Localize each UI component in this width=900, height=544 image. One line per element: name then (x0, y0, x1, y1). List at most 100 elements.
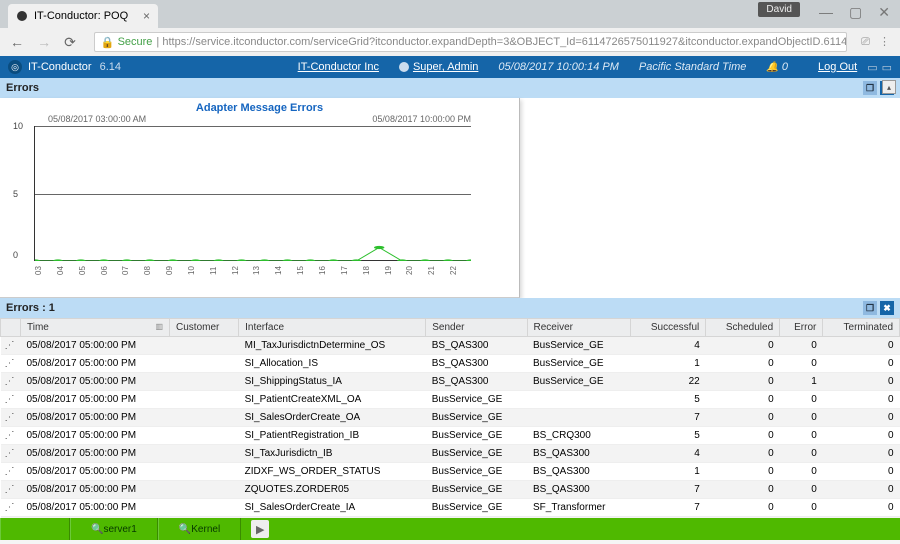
col-header[interactable]: Scheduled (706, 319, 780, 337)
app-logo-icon[interactable]: ◎ (8, 60, 22, 74)
browser-chrome: IT-Conductor: POQ × David — ▢ ✕ ← → ⟳ 🔒 … (0, 0, 900, 56)
signal-icon: ⋰ (5, 430, 15, 441)
bottom-taskbar: 🔍 server1 🔍 Kernel ▶ (0, 518, 900, 540)
taskbar-spacer (0, 518, 70, 540)
xtick: 20 (405, 261, 427, 281)
company-link[interactable]: IT-Conductor Inc (298, 61, 379, 73)
cell: BusService_GE (426, 445, 527, 463)
table-row[interactable]: ⋰05/08/2017 05:00:00 PMSI_SalesOrderCrea… (1, 499, 900, 517)
table-row[interactable]: ⋰05/08/2017 05:00:00 PMSI_Allocation_ISB… (1, 355, 900, 373)
table-restore-icon[interactable]: ❐ (863, 301, 877, 315)
chart-line (35, 126, 471, 261)
cell: ⋰ (1, 427, 21, 445)
cell: ⋰ (1, 355, 21, 373)
url-box[interactable]: 🔒 Secure | https://service.itconductor.c… (94, 32, 847, 52)
table-row[interactable]: ⋰05/08/2017 05:00:00 PMSI_ShippingStatus… (1, 373, 900, 391)
col-header[interactable]: Customer (170, 319, 239, 337)
xtick: 05 (78, 261, 100, 281)
cell: SI_Allocation_IS (239, 355, 426, 373)
cell: 0 (706, 409, 780, 427)
cell: ⋰ (1, 481, 21, 499)
cell: 0 (823, 499, 900, 517)
nav-back-icon[interactable]: ← (10, 34, 24, 50)
cell (527, 409, 631, 427)
cell: 0 (823, 409, 900, 427)
table-row[interactable]: ⋰05/08/2017 05:00:00 PMMI_TaxJurisdictnD… (1, 337, 900, 355)
cell: ⋰ (1, 373, 21, 391)
panel-restore-icon[interactable]: ❐ (863, 81, 877, 95)
xtick: 03 (34, 261, 56, 281)
nav-forward-icon[interactable]: → (37, 34, 51, 50)
tab-close-icon[interactable]: × (143, 9, 150, 23)
cell: 0 (780, 445, 823, 463)
cell: 05/08/2017 05:00:00 PM (21, 427, 170, 445)
taskbar-play-icon[interactable]: ▶ (251, 520, 269, 538)
cell: 22 (631, 373, 706, 391)
xtick: 13 (252, 261, 274, 281)
cell: 0 (823, 391, 900, 409)
taskbar-item-kernel[interactable]: 🔍 Kernel (158, 518, 241, 540)
cell (170, 463, 239, 481)
col-header[interactable]: Receiver (527, 319, 631, 337)
window-minimize-icon[interactable]: — (819, 4, 833, 21)
chart-time-range: 05/08/2017 03:00:00 AM 05/08/2017 10:00:… (8, 114, 511, 124)
col-header[interactable]: Time▥ (21, 319, 170, 337)
favicon-icon (16, 10, 28, 22)
cell: 5 (631, 391, 706, 409)
table-row[interactable]: ⋰05/08/2017 05:00:00 PMSI_PatientCreateX… (1, 391, 900, 409)
signal-icon: ⋰ (5, 466, 15, 477)
col-header[interactable]: Interface (239, 319, 426, 337)
app-header: ◎ IT-Conductor 6.14 IT-Conductor Inc Sup… (0, 56, 900, 78)
cell: BusService_GE (426, 481, 527, 499)
screenshot-icon[interactable]: ⎚ (861, 36, 870, 48)
cell: 0 (823, 463, 900, 481)
col-header[interactable]: Terminated (823, 319, 900, 337)
table-close-icon[interactable]: ✖ (880, 301, 894, 315)
table-row[interactable]: ⋰05/08/2017 05:00:00 PMZIDXF_WS_ORDER_ST… (1, 463, 900, 481)
alert-badge[interactable]: 0 (766, 61, 788, 73)
cell: 05/08/2017 05:00:00 PM (21, 463, 170, 481)
xtick: 18 (362, 261, 384, 281)
cell: 0 (706, 373, 780, 391)
cell: 0 (706, 445, 780, 463)
cell: BS_QAS300 (527, 481, 631, 499)
window-maximize-icon[interactable]: ▢ (849, 4, 862, 21)
window-close-icon[interactable]: ✕ (878, 4, 890, 21)
cell: SI_SalesOrderCreate_OA (239, 409, 426, 427)
table-row[interactable]: ⋰05/08/2017 05:00:00 PMZQUOTES.ZORDER05B… (1, 481, 900, 499)
table-row[interactable]: ⋰05/08/2017 05:00:00 PMSI_TaxJurisdictn_… (1, 445, 900, 463)
cell (527, 391, 631, 409)
header-icon-2[interactable]: ▭ (882, 61, 892, 74)
cell (170, 481, 239, 499)
cell: SI_PatientCreateXML_OA (239, 391, 426, 409)
col-header[interactable]: Successful (631, 319, 706, 337)
errors-table-wrap[interactable]: Time▥CustomerInterfaceSenderReceiverSucc… (0, 318, 900, 518)
signal-icon: ⋰ (5, 502, 15, 513)
cell: BusService_GE (426, 409, 527, 427)
sort-icon[interactable]: ▥ (155, 322, 163, 331)
col-header[interactable]: Sender (426, 319, 527, 337)
browser-tab[interactable]: IT-Conductor: POQ × (8, 4, 158, 28)
menu-icon[interactable]: ⋮ (879, 36, 890, 48)
cell: 0 (780, 427, 823, 445)
xtick: 14 (274, 261, 296, 281)
xtick: 16 (318, 261, 340, 281)
logout-link[interactable]: Log Out (818, 61, 857, 73)
header-icon-1[interactable]: ▭ (867, 61, 877, 74)
taskbar-item-server1[interactable]: 🔍 server1 (70, 518, 158, 540)
profile-badge[interactable]: David (758, 2, 800, 17)
nav-reload-icon[interactable]: ⟳ (64, 34, 76, 50)
xtick: 17 (340, 261, 362, 281)
col-header[interactable] (1, 319, 21, 337)
signal-icon: ⋰ (5, 394, 15, 405)
cell: 0 (780, 463, 823, 481)
cell: SI_TaxJurisdictn_IB (239, 445, 426, 463)
user-link[interactable]: Super, Admin (399, 61, 478, 73)
cell: 0 (823, 445, 900, 463)
xtick: 19 (384, 261, 406, 281)
xtick: 08 (143, 261, 165, 281)
table-row[interactable]: ⋰05/08/2017 05:00:00 PMSI_PatientRegistr… (1, 427, 900, 445)
col-header[interactable]: Error (780, 319, 823, 337)
scroll-up-button[interactable]: ▴ (882, 80, 896, 94)
table-row[interactable]: ⋰05/08/2017 05:00:00 PMSI_SalesOrderCrea… (1, 409, 900, 427)
